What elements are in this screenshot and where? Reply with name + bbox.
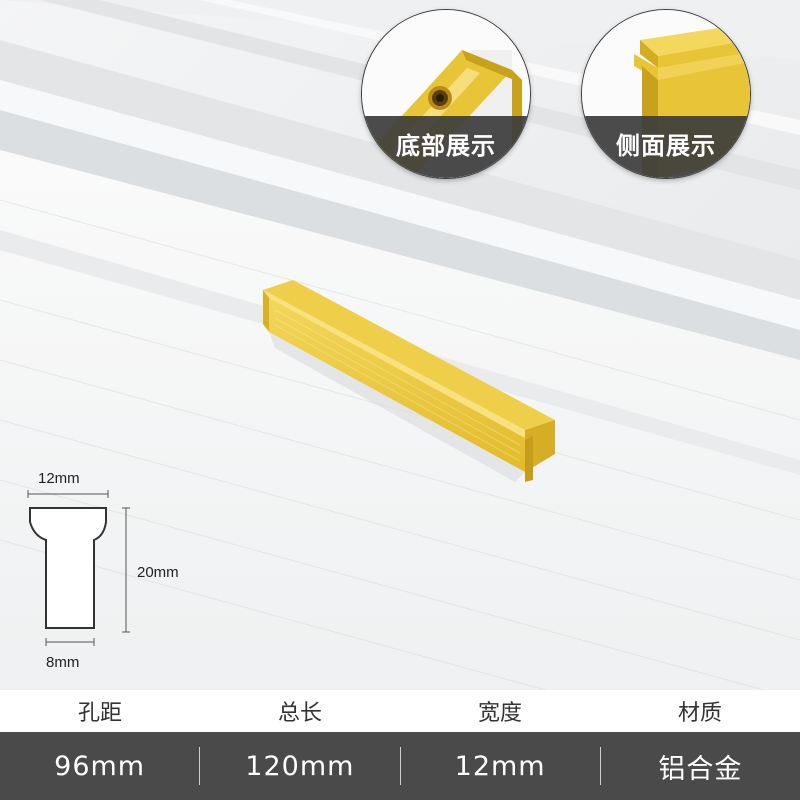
cabinet-handle bbox=[263, 280, 555, 482]
spec-header-total-length: 总长 bbox=[277, 701, 322, 726]
spec-header-material: 材质 bbox=[677, 701, 722, 726]
spec-value-hole-distance: 96mm bbox=[54, 750, 146, 782]
spec-header-row: 孔距 总长 宽度 材质 bbox=[0, 690, 800, 732]
profile-dimension-diagram: 12mm 20mm 8mm bbox=[0, 460, 220, 680]
spec-header-width: 宽度 bbox=[477, 701, 522, 726]
bottom-view-caption: 底部展示 bbox=[362, 116, 530, 178]
spec-value-width: 12mm bbox=[454, 750, 546, 782]
bottom-view-detail: 底部展示 bbox=[362, 10, 530, 178]
profile-outline bbox=[27, 490, 130, 646]
spec-values-row: 96mm 120mm 12mm 铝合金 bbox=[0, 732, 800, 800]
profile-top-width: 12mm bbox=[38, 470, 80, 487]
spec-header-hole-distance: 孔距 bbox=[77, 701, 122, 726]
spec-value-total-length: 120mm bbox=[245, 750, 355, 782]
side-view-detail: 侧面展示 bbox=[582, 10, 750, 178]
side-view-caption: 侧面展示 bbox=[582, 116, 750, 178]
spec-value-material: 铝合金 bbox=[658, 753, 743, 785]
profile-height: 20mm bbox=[137, 564, 179, 581]
profile-bottom-width: 8mm bbox=[46, 654, 80, 671]
product-image: 底部展示 侧面展示 12mm 20mm 8mm 孔距 总长 宽度 材质 96mm… bbox=[0, 0, 800, 800]
